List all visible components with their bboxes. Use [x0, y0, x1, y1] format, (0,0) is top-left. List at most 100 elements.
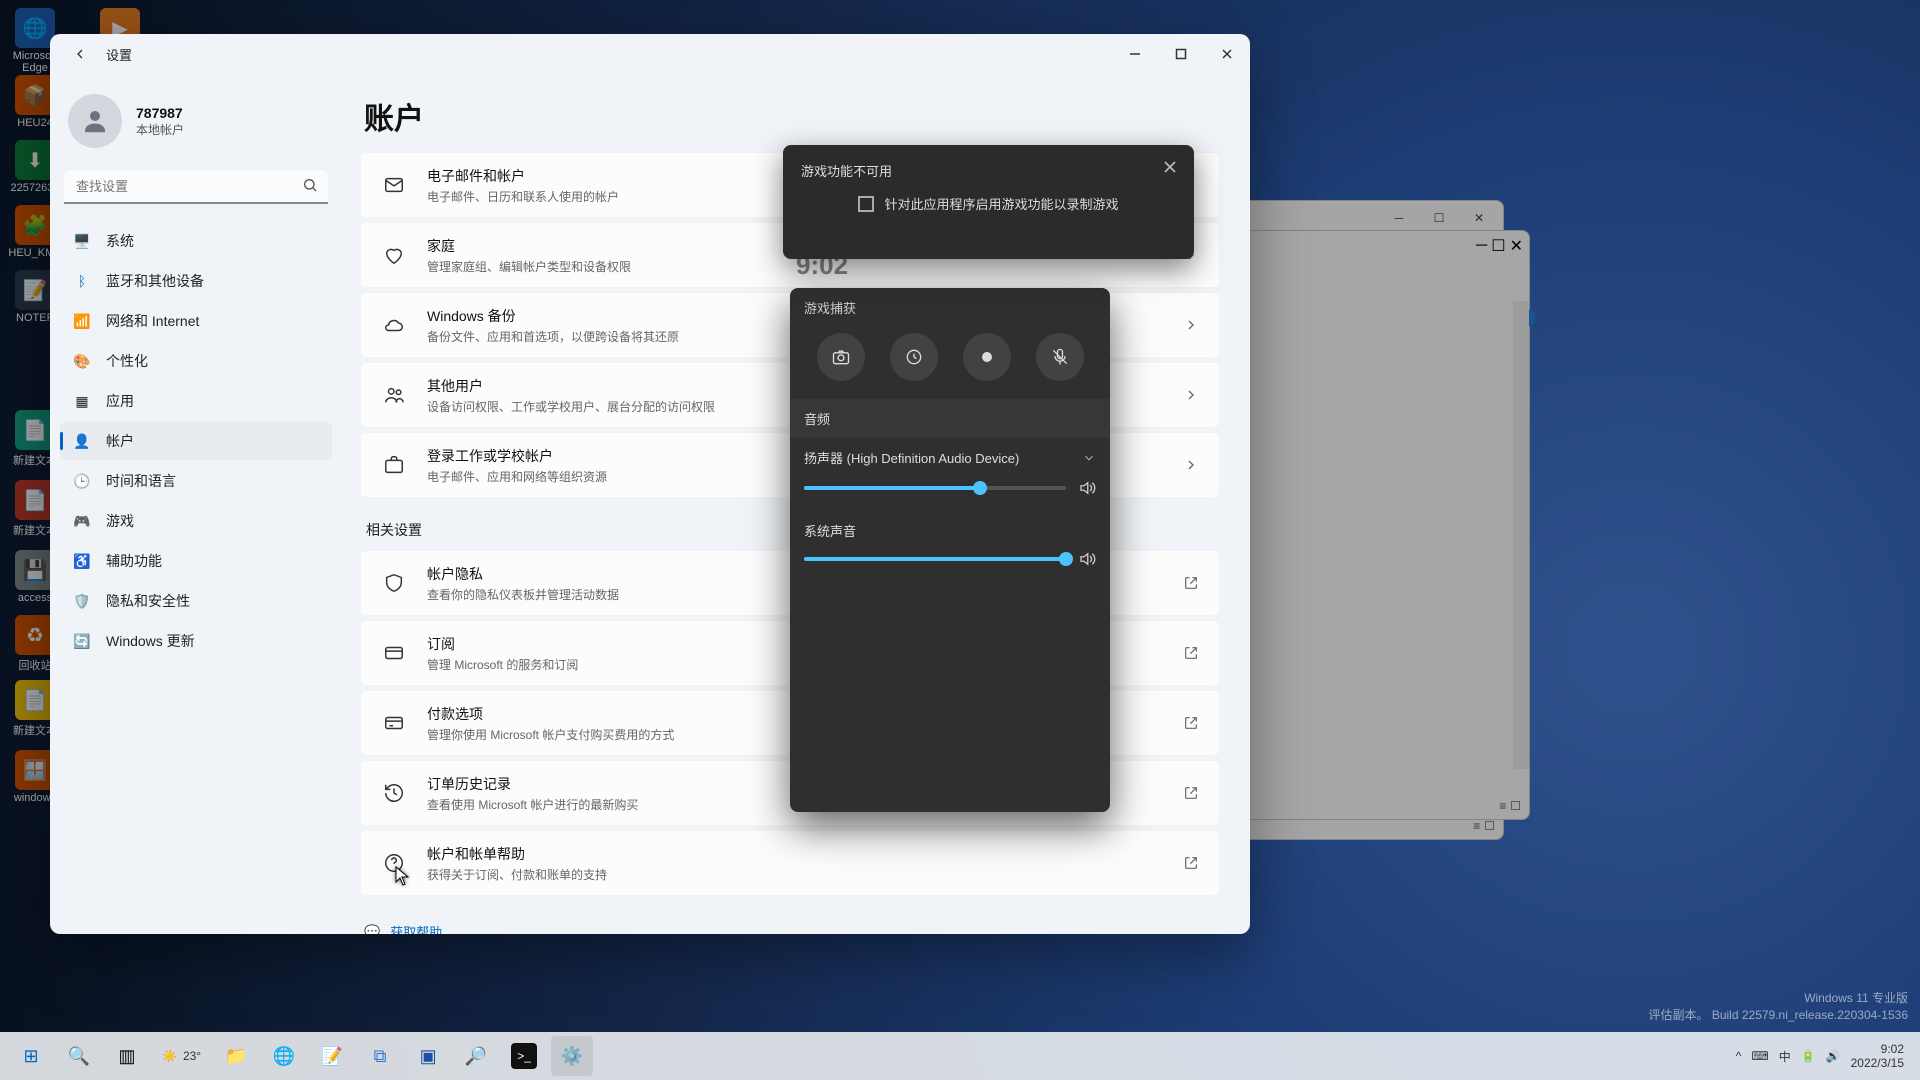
taskbar-app1[interactable]: 📝 [311, 1036, 353, 1076]
brush-icon: 🎨 [72, 351, 92, 371]
user-block[interactable]: 787987 本地帐户 [60, 84, 332, 166]
taskbar-clock[interactable]: 9:02 2022/3/15 [1851, 1042, 1904, 1071]
heart-icon [381, 242, 407, 268]
tray-chevron-up-icon[interactable]: ^ [1736, 1049, 1742, 1063]
history-icon [381, 780, 407, 806]
tooltip-checkbox-label: 针对此应用程序启用游戏功能以录制游戏 [884, 194, 1118, 213]
system-icon: 🖥️ [72, 231, 92, 251]
credit-card-icon [381, 710, 407, 736]
taskbar: ⊞ 🔍 ▥ ☀️23° 📁 🌐 📝 ⧉ ▣ 🔎 >_ ⚙️ ^ ⌨ 中 🔋 🔊 … [0, 1032, 1920, 1080]
nav-privacy[interactable]: 🛡️隐私和安全性 [60, 582, 332, 620]
sidebar: 787987 本地帐户 🖥️系统 ᛒ蓝牙和其他设备 📶网络和 Internet … [50, 74, 340, 934]
capture-header: 游戏捕获 [790, 288, 1110, 325]
help-icon: 💬 [364, 924, 380, 935]
magnifier-icon: 🔎 [463, 1043, 489, 1069]
taskbar-edge[interactable]: 🌐 [263, 1036, 305, 1076]
nav-system[interactable]: 🖥️系统 [60, 222, 332, 260]
cloud-sync-icon [381, 312, 407, 338]
tooltip-close-button[interactable] [1158, 155, 1182, 179]
external-link-icon [1183, 715, 1199, 731]
close-button[interactable] [1204, 34, 1250, 74]
titlebar: 设置 [50, 34, 1250, 74]
external-link-icon [1183, 785, 1199, 801]
avatar [68, 94, 122, 148]
mouse-cursor [395, 866, 409, 886]
people-icon [381, 382, 407, 408]
notepad-icon: 📝 [319, 1043, 345, 1069]
tray-keyboard-icon[interactable]: ⌨ [1751, 1049, 1768, 1063]
update-icon: 🔄 [72, 631, 92, 651]
system-volume-slider[interactable] [804, 557, 1066, 561]
screenshot-button[interactable] [817, 333, 865, 381]
maximize-button[interactable] [1158, 34, 1204, 74]
audio-header: 音频 [790, 399, 1110, 438]
external-link-icon [1183, 575, 1199, 591]
taskbar-powershell[interactable]: ▣ [407, 1036, 449, 1076]
page-title: 账户 [364, 94, 1220, 138]
apps-icon: ▦ [72, 391, 92, 411]
speaker-icon[interactable] [1078, 550, 1096, 568]
audio-device-row[interactable]: 扬声器 (High Definition Audio Device) [790, 438, 1110, 473]
game-icon: 🎮 [72, 511, 92, 531]
tray-battery-icon[interactable]: 🔋 [1801, 1049, 1816, 1063]
gamebar-capture-panel: 游戏捕获 音频 扬声器 (High Definition Audio Devic… [790, 288, 1110, 812]
user-name: 787987 [136, 105, 184, 121]
card-billing-help[interactable]: 帐户和帐单帮助获得关于订阅、付款和账单的支持 [360, 830, 1220, 896]
user-sub: 本地帐户 [136, 121, 184, 138]
nav-windows-update[interactable]: 🔄Windows 更新 [60, 622, 332, 660]
folder-icon: 📁 [223, 1043, 249, 1069]
accessibility-icon: ♿ [72, 551, 92, 571]
edge-icon: 🌐 [271, 1043, 297, 1069]
vscode-icon: ⧉ [367, 1043, 393, 1069]
mail-icon [381, 172, 407, 198]
back-button[interactable] [68, 42, 92, 66]
minimize-button[interactable] [1112, 34, 1158, 74]
taskbar-magnifier[interactable]: 🔎 [455, 1036, 497, 1076]
enable-game-checkbox[interactable] [858, 196, 874, 212]
tray-volume-icon[interactable]: 🔊 [1826, 1049, 1841, 1063]
windows-icon: ⊞ [18, 1043, 44, 1069]
briefcase-icon [381, 452, 407, 478]
windows-watermark: Windows 11 专业版 评估副本。 Build 22579.ni_rele… [1649, 990, 1909, 1024]
nav-personalization[interactable]: 🎨个性化 [60, 342, 332, 380]
system-sound-label: 系统声音 [790, 511, 1110, 544]
taskview-icon: ▥ [114, 1043, 140, 1069]
taskbar-explorer[interactable]: 📁 [215, 1036, 257, 1076]
external-link-icon [1183, 855, 1199, 871]
taskbar-settings[interactable]: ⚙️ [551, 1036, 593, 1076]
record-last-button[interactable] [890, 333, 938, 381]
record-button[interactable] [963, 333, 1011, 381]
terminal-icon: ▣ [415, 1043, 441, 1069]
taskbar-cmd[interactable]: >_ [503, 1036, 545, 1076]
nav-apps[interactable]: ▦应用 [60, 382, 332, 420]
search-input[interactable] [64, 170, 328, 204]
taskbar-weather[interactable]: ☀️23° [154, 1049, 209, 1063]
search-icon: 🔍 [66, 1043, 92, 1069]
bluetooth-icon: ᛒ [72, 271, 92, 291]
nav-accessibility[interactable]: ♿辅助功能 [60, 542, 332, 580]
chevron-right-icon [1183, 387, 1199, 403]
tray-ime[interactable]: 中 [1779, 1048, 1791, 1065]
audio-device-name: 扬声器 (High Definition Audio Device) [804, 448, 1019, 467]
nav-network[interactable]: 📶网络和 Internet [60, 302, 332, 340]
mic-off-button[interactable] [1036, 333, 1084, 381]
nav-time-language[interactable]: 🕒时间和语言 [60, 462, 332, 500]
shield-icon: 🛡️ [72, 591, 92, 611]
speaker-volume-slider[interactable] [804, 486, 1066, 490]
taskbar-taskview[interactable]: ▥ [106, 1036, 148, 1076]
window-title: 设置 [106, 45, 132, 64]
taskbar-search[interactable]: 🔍 [58, 1036, 100, 1076]
taskbar-app2[interactable]: ⧉ [359, 1036, 401, 1076]
chevron-right-icon [1183, 457, 1199, 473]
cmd-icon: >_ [511, 1043, 537, 1069]
person-icon: 👤 [72, 431, 92, 451]
nav-gaming[interactable]: 🎮游戏 [60, 502, 332, 540]
nav-bluetooth[interactable]: ᛒ蓝牙和其他设备 [60, 262, 332, 300]
nav-accounts[interactable]: 👤帐户 [60, 422, 332, 460]
shield-outline-icon [381, 570, 407, 596]
chevron-right-icon [1183, 317, 1199, 333]
speaker-icon[interactable] [1078, 479, 1096, 497]
search-box [64, 170, 328, 204]
start-button[interactable]: ⊞ [10, 1036, 52, 1076]
get-help-link[interactable]: 💬 获取帮助 [364, 922, 1220, 934]
